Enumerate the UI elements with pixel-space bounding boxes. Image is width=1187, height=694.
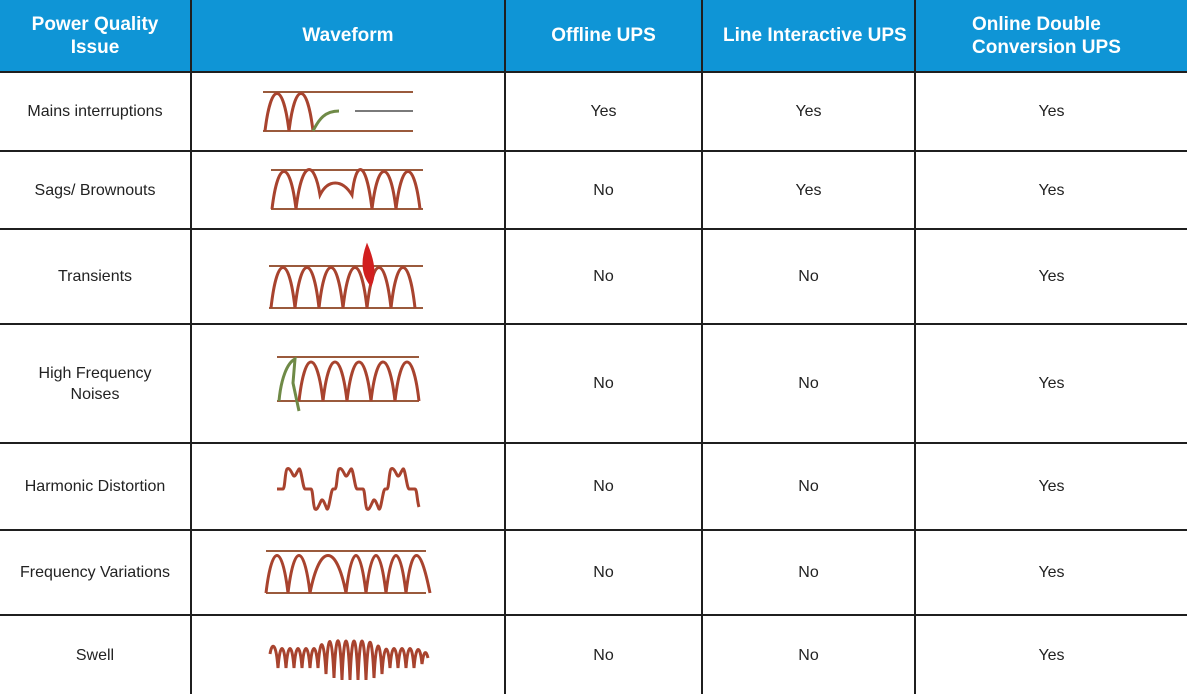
online-cell: Yes	[914, 150, 1187, 230]
issue-cell: High Frequency Noises	[0, 323, 192, 444]
offline-cell: No	[504, 529, 703, 616]
waveform-cell	[190, 323, 506, 444]
issue-cell: Mains interruptions	[0, 71, 192, 152]
ups-comparison-table: Power Quality Issue Waveform Offline UPS…	[0, 0, 1187, 694]
table-row: Swell No No Yes	[0, 614, 1187, 694]
table-row: Harmonic Distortion No No Yes	[0, 442, 1187, 531]
header-row: Power Quality Issue Waveform Offline UPS…	[0, 0, 1187, 73]
issue-cell: Sags/ Brownouts	[0, 150, 192, 230]
online-cell: Yes	[914, 71, 1187, 152]
header-offline-ups: Offline UPS	[504, 0, 703, 73]
line-interactive-cell: No	[701, 614, 916, 694]
issue-label: Sags/ Brownouts	[34, 181, 156, 199]
waveform-cell	[190, 71, 506, 152]
swell-waveform-icon	[268, 639, 430, 681]
waveform-cell	[190, 614, 506, 694]
waveform-cell	[190, 228, 506, 325]
line-interactive-cell: No	[701, 442, 916, 531]
line-interactive-cell: No	[701, 228, 916, 325]
interruption-waveform-icon	[263, 90, 413, 132]
waveform-cell	[190, 529, 506, 616]
offline-cell: No	[504, 442, 703, 531]
issue-cell: Frequency Variations	[0, 529, 192, 616]
table-row: Mains interruptions Yes Yes Yes	[0, 71, 1187, 152]
issue-label: Frequency Variations	[20, 564, 170, 581]
sag-waveform-icon	[270, 168, 423, 210]
table-row: Frequency Variations No No Yes	[0, 529, 1187, 616]
table-row: Sags/ Brownouts No Yes Yes	[0, 150, 1187, 230]
header-waveform: Waveform	[190, 0, 506, 73]
noise-waveform-icon	[277, 355, 421, 411]
line-interactive-cell: No	[701, 529, 916, 616]
harmonic-waveform-icon	[277, 466, 421, 511]
online-cell: Yes	[914, 442, 1187, 531]
offline-cell: No	[504, 323, 703, 444]
header-online-double-conversion-ups: Online Double Conversion UPS	[914, 0, 1187, 73]
issue-cell: Harmonic Distortion	[0, 442, 192, 531]
issue-label: Mains interruptions	[27, 103, 163, 120]
online-cell: Yes	[914, 228, 1187, 325]
offline-cell: No	[504, 150, 703, 230]
issue-label: Transients	[57, 268, 133, 285]
offline-cell: No	[504, 228, 703, 325]
waveform-cell	[190, 150, 506, 230]
issue-label: High Frequency Noises	[38, 364, 152, 403]
frequency-variation-waveform-icon	[264, 549, 432, 594]
table-row: Transients No No Yes	[0, 228, 1187, 325]
issue-cell: Transients	[0, 228, 192, 325]
issue-cell: Swell	[0, 614, 192, 694]
waveform-cell	[190, 442, 506, 531]
line-interactive-cell: Yes	[701, 71, 916, 152]
offline-cell: No	[504, 614, 703, 694]
header-line-interactive-ups: Line Interactive UPS	[701, 0, 916, 73]
issue-label: Swell	[75, 646, 115, 664]
line-interactive-cell: Yes	[701, 150, 916, 230]
header-power-quality-issue: Power Quality Issue	[0, 0, 192, 73]
issue-label: Harmonic Distortion	[24, 478, 166, 495]
offline-cell: Yes	[504, 71, 703, 152]
online-cell: Yes	[914, 529, 1187, 616]
table-row: High Frequency Noises No No Yes	[0, 323, 1187, 444]
online-cell: Yes	[914, 614, 1187, 694]
line-interactive-cell: No	[701, 323, 916, 444]
online-cell: Yes	[914, 323, 1187, 444]
transient-waveform-icon	[269, 242, 423, 309]
